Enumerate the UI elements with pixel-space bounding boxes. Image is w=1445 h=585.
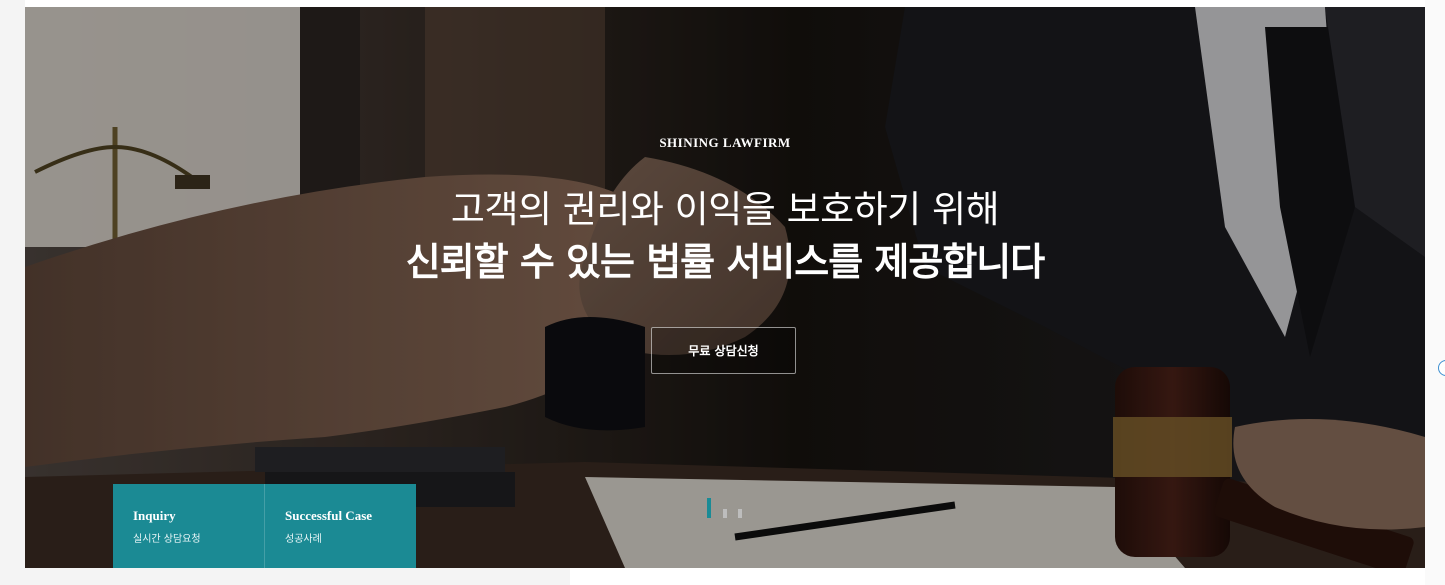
free-consultation-button[interactable]: 무료 상담신청 [651,327,796,374]
hero-slider: SHINING LAWFIRM 고객의 권리와 이익을 보호하기 위해 신뢰할 … [25,7,1425,568]
left-gutter [0,0,25,585]
hero-eyebrow: SHINING LAWFIRM [659,135,791,150]
quick-link-inquiry[interactable]: Inquiry 실시간 상담요청 [113,484,264,568]
slide-indicator-1[interactable] [707,498,711,518]
top-strip [25,0,1425,7]
right-gutter [1425,0,1445,585]
quick-link-subtitle: 성공사례 [285,534,322,545]
quick-link-title: Inquiry [133,508,176,523]
slide-indicator-2[interactable] [723,509,727,518]
content-strip-left [25,568,570,585]
quick-links-panel: Inquiry 실시간 상담요청 Successful Case 성공사례 [113,484,416,568]
slide-indicator-3[interactable] [738,509,742,518]
quick-link-successful-case[interactable]: Successful Case 성공사례 [264,484,416,568]
content-strip-right [570,568,1425,585]
quick-link-title: Successful Case [285,508,373,523]
hero-headline-line2: 신뢰할 수 있는 법률 서비스를 제공합니다 [405,240,1045,284]
hero-headline-line1: 고객의 권리와 이익을 보호하기 위해 [450,188,1000,231]
quick-link-subtitle: 실시간 상담요청 [133,534,201,545]
